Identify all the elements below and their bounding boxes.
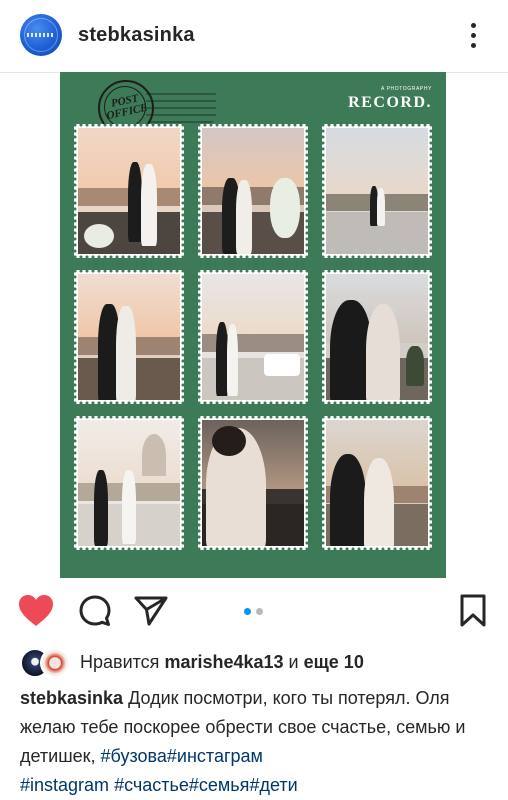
photo-tile bbox=[196, 414, 310, 552]
hashtag-link[interactable]: #бузова bbox=[101, 746, 167, 766]
hashtag-link[interactable]: #семья bbox=[189, 775, 250, 795]
hashtag-link[interactable]: #инстаграм bbox=[167, 746, 263, 766]
photo-tile bbox=[320, 268, 434, 406]
bookmark-icon[interactable] bbox=[459, 594, 487, 628]
photo-tile bbox=[196, 122, 310, 260]
avatar-logo-text-decoration bbox=[27, 33, 55, 37]
photo-tile bbox=[320, 122, 434, 260]
like-heart-icon[interactable] bbox=[18, 594, 54, 628]
post-actions-bar bbox=[0, 578, 508, 644]
likes-row[interactable]: Нравится marishe4ka13 и еще 10 bbox=[20, 648, 490, 678]
carousel-indicator bbox=[244, 608, 268, 616]
post-caption: stebkasinka Додик посмотри, кого ты поте… bbox=[20, 684, 488, 800]
hashtag-link[interactable]: #instagram bbox=[20, 775, 109, 795]
brand-subtitle: A PHOTOGRAPHY bbox=[380, 86, 432, 92]
hashtag-link[interactable]: #счастье bbox=[114, 775, 189, 795]
postmark-lines-decoration bbox=[146, 88, 216, 124]
likes-more[interactable]: еще 10 bbox=[304, 652, 364, 672]
photo-tile bbox=[72, 414, 186, 552]
profile-username[interactable]: stebkasinka bbox=[78, 24, 195, 47]
photo-tile bbox=[72, 122, 186, 260]
photo-tile bbox=[196, 268, 310, 406]
liker-avatar bbox=[40, 648, 70, 678]
share-icon[interactable] bbox=[134, 595, 168, 627]
post-header: stebkasinka bbox=[0, 0, 508, 73]
likes-summary[interactable]: Нравится marishe4ka13 и еще 10 bbox=[80, 652, 364, 673]
likes-prefix: Нравится bbox=[80, 652, 165, 672]
profile-avatar[interactable] bbox=[20, 14, 62, 56]
hashtag-link[interactable]: #дети bbox=[249, 775, 297, 795]
carousel-dot-active bbox=[244, 608, 251, 615]
photo-tile bbox=[320, 414, 434, 552]
likes-middle: и bbox=[283, 652, 304, 672]
comment-icon[interactable] bbox=[78, 594, 112, 628]
photo-tile bbox=[72, 268, 186, 406]
brand-title: RECORD. bbox=[348, 94, 432, 111]
caption-author[interactable]: stebkasinka bbox=[20, 688, 123, 708]
carousel-dot bbox=[256, 608, 263, 615]
liker-username[interactable]: marishe4ka13 bbox=[164, 652, 283, 672]
post-image[interactable]: POST OFFICE A PHOTOGRAPHY RECORD. bbox=[60, 72, 446, 578]
more-options-icon[interactable] bbox=[464, 20, 484, 52]
